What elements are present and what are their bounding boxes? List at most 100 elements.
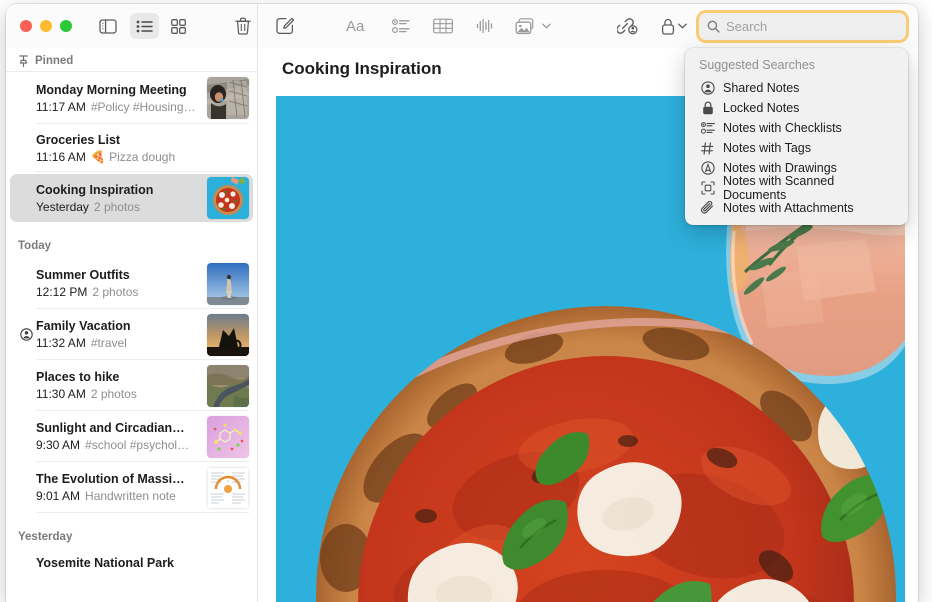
suggested-searches-title: Suggested Searches bbox=[685, 54, 908, 78]
note-text: Groceries List 11:16 AM 🍕 Pizza dough bbox=[36, 132, 249, 165]
gallery-view-icon bbox=[171, 19, 186, 34]
note-meta: 11:17 AM #Policy #Housing… bbox=[36, 99, 201, 115]
media-photo-icon bbox=[515, 18, 539, 35]
table-button[interactable] bbox=[428, 13, 458, 39]
note-title: Groceries List bbox=[36, 132, 249, 148]
note-text: Family Vacation 11:32 AM #travel bbox=[36, 318, 201, 351]
suggestion-shared-notes[interactable]: Shared Notes bbox=[685, 78, 908, 98]
shared-person-icon bbox=[20, 328, 33, 341]
checklist-icon bbox=[699, 120, 716, 136]
section-label: Today bbox=[18, 240, 51, 252]
suggestion-notes-with-scanned-documents[interactable]: Notes with Scanned Documents bbox=[685, 178, 908, 198]
note-subtitle: 2 photos bbox=[92, 284, 138, 300]
note-row-the-evolution-of-massive[interactable]: The Evolution of Massi… 9:01 AM Handwrit… bbox=[6, 462, 257, 513]
sidebar-icon bbox=[99, 19, 117, 34]
section-header-today: Today bbox=[6, 224, 257, 258]
note-text: Monday Morning Meeting 11:17 AM #Policy … bbox=[36, 82, 201, 115]
gallery-view-button[interactable] bbox=[165, 13, 194, 39]
note-subtitle: #travel bbox=[91, 335, 127, 351]
notes-list-sidebar[interactable]: Pinned Monday Morning Meeting 11:17 AM #… bbox=[6, 48, 258, 602]
compose-icon bbox=[276, 17, 294, 35]
note-title: Yosemite National Park bbox=[36, 555, 249, 571]
note-row-yosemite-national-park[interactable]: Yosemite National Park bbox=[6, 549, 257, 589]
shared-person-icon bbox=[699, 80, 716, 96]
note-thumbnail bbox=[207, 416, 249, 458]
row-divider bbox=[36, 512, 249, 513]
note-meta: 11:32 AM #travel bbox=[36, 335, 201, 351]
note-thumbnail bbox=[207, 177, 249, 219]
format-button[interactable]: Aa bbox=[344, 13, 374, 39]
delete-note-button[interactable] bbox=[228, 13, 257, 39]
note-text: Summer Outfits 12:12 PM 2 photos bbox=[36, 267, 201, 300]
list-view-button[interactable] bbox=[130, 13, 159, 39]
note-row-groceries-list[interactable]: Groceries List 11:16 AM 🍕 Pizza dough bbox=[6, 124, 257, 172]
toolbar-left-group bbox=[6, 4, 258, 48]
notes-window: Aa bbox=[6, 4, 918, 602]
note-row-places-to-hike[interactable]: Places to hike 11:30 AM 2 photos bbox=[6, 360, 257, 411]
media-button[interactable] bbox=[514, 13, 552, 39]
suggested-searches-menu: Suggested Searches Shared Notes Locked N… bbox=[685, 48, 908, 225]
note-title: Family Vacation bbox=[36, 318, 201, 334]
collaborate-link-icon bbox=[617, 18, 638, 35]
note-row-summer-outfits[interactable]: Summer Outfits 12:12 PM 2 photos bbox=[6, 258, 257, 309]
minimize-button[interactable] bbox=[40, 20, 52, 32]
toolbar: Aa bbox=[6, 4, 918, 48]
collaborate-button[interactable] bbox=[612, 13, 642, 39]
compose-note-button[interactable] bbox=[270, 13, 300, 39]
note-thumbnail bbox=[207, 263, 249, 305]
section-header-yesterday: Yesterday bbox=[6, 513, 257, 549]
sidebar-toggle-button[interactable] bbox=[93, 13, 122, 39]
note-subtitle: 2 photos bbox=[91, 386, 137, 402]
list-view-icon bbox=[136, 20, 153, 33]
note-text: Places to hike 11:30 AM 2 photos bbox=[36, 369, 201, 402]
note-meta: 9:30 AM #school #psychol… bbox=[36, 437, 201, 453]
note-meta: Yesterday 2 photos bbox=[36, 199, 201, 215]
drawing-icon bbox=[699, 160, 716, 176]
note-row-monday-morning-meeting[interactable]: Monday Morning Meeting 11:17 AM #Policy … bbox=[6, 72, 257, 124]
search-icon bbox=[707, 20, 720, 33]
note-time: 9:01 AM bbox=[36, 488, 80, 504]
format-aa-icon: Aa bbox=[346, 18, 372, 34]
note-title: Sunlight and Circadian… bbox=[36, 420, 201, 436]
table-icon bbox=[433, 18, 453, 34]
note-meta: 9:01 AM Handwritten note bbox=[36, 488, 201, 504]
note-thumbnail bbox=[207, 365, 249, 407]
note-row-cooking-inspiration[interactable]: Cooking Inspiration Yesterday 2 photos bbox=[6, 172, 257, 224]
suggestion-notes-with-checklists[interactable]: Notes with Checklists bbox=[685, 118, 908, 138]
chevron-down-icon bbox=[678, 23, 687, 29]
note-thumbnail bbox=[207, 77, 249, 119]
note-meta: 11:30 AM 2 photos bbox=[36, 386, 201, 402]
lock-icon bbox=[661, 18, 675, 35]
note-row-family-vacation[interactable]: Family Vacation 11:32 AM #travel bbox=[6, 309, 257, 360]
note-row-sunlight-and-circadian[interactable]: Sunlight and Circadian… 9:30 AM #school … bbox=[6, 411, 257, 462]
checklist-button[interactable] bbox=[386, 13, 416, 39]
note-title: The Evolution of Massi… bbox=[36, 471, 201, 487]
note-time: 11:30 AM bbox=[36, 386, 86, 402]
note-time: 11:17 AM bbox=[36, 99, 86, 115]
note-thumbnail bbox=[207, 314, 249, 356]
suggestion-notes-with-tags[interactable]: Notes with Tags bbox=[685, 138, 908, 158]
lock-button[interactable] bbox=[656, 13, 692, 39]
lock-icon bbox=[699, 100, 716, 116]
note-title: Places to hike bbox=[36, 369, 201, 385]
note-meta: 12:12 PM 2 photos bbox=[36, 284, 201, 300]
search-field[interactable] bbox=[699, 13, 906, 40]
suggestion-label: Shared Notes bbox=[723, 81, 799, 95]
note-title: Summer Outfits bbox=[36, 267, 201, 283]
audio-button[interactable] bbox=[470, 13, 500, 39]
zoom-button[interactable] bbox=[60, 20, 72, 32]
checklist-icon bbox=[392, 19, 410, 33]
suggestion-locked-notes[interactable]: Locked Notes bbox=[685, 98, 908, 118]
search-container bbox=[699, 13, 906, 40]
note-text: Yosemite National Park bbox=[36, 555, 249, 571]
note-gutter bbox=[16, 328, 36, 341]
close-button[interactable] bbox=[20, 20, 32, 32]
search-input[interactable] bbox=[726, 19, 886, 34]
pin-icon bbox=[18, 55, 29, 67]
note-time: 9:30 AM bbox=[36, 437, 80, 453]
note-subtitle: #school #psychol… bbox=[85, 437, 189, 453]
suggestion-label: Notes with Tags bbox=[723, 141, 811, 155]
note-subtitle: Handwritten note bbox=[85, 488, 176, 504]
window-controls bbox=[20, 20, 72, 32]
note-title: Monday Morning Meeting bbox=[36, 82, 201, 98]
